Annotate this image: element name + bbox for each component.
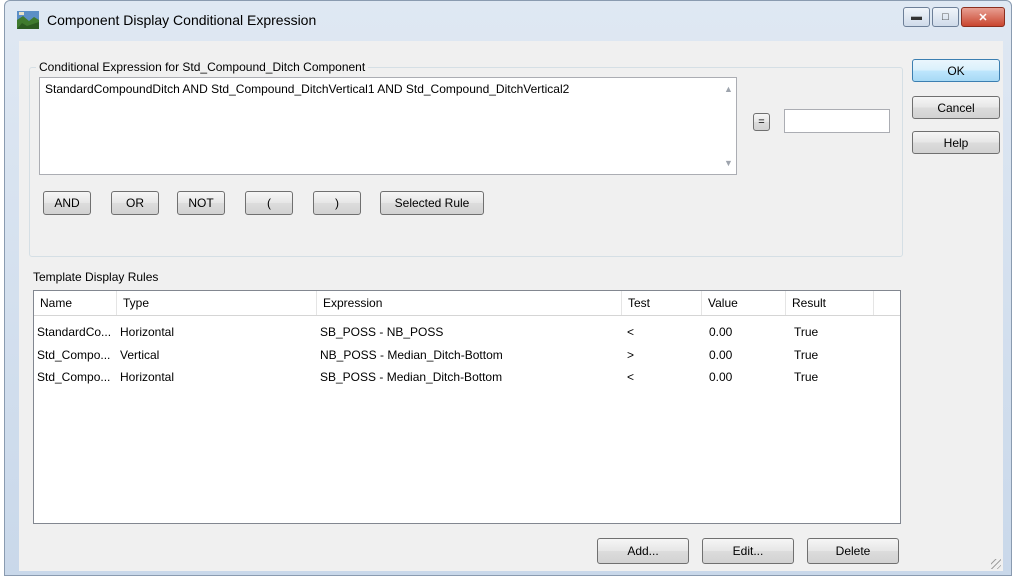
ok-button[interactable]: OK (912, 59, 1000, 82)
expression-text: StandardCompoundDitch AND Std_Compound_D… (45, 82, 570, 96)
maximize-button[interactable]: □ (932, 7, 959, 27)
cell-value: 0.00 (709, 370, 733, 384)
delete-button[interactable]: Delete (807, 538, 899, 564)
dialog-client-area: Conditional Expression for Std_Compound_… (19, 41, 1003, 571)
app-icon (17, 11, 39, 29)
column-header-value[interactable]: Value (702, 291, 786, 315)
scroll-up-icon[interactable]: ▲ (724, 82, 733, 96)
column-header-name[interactable]: Name (34, 291, 117, 315)
close-icon: ✕ (978, 11, 988, 24)
close-paren-button[interactable]: ) (313, 191, 361, 215)
expression-scrollbar[interactable]: ▲ ▼ (719, 78, 736, 174)
value-input[interactable] (784, 109, 890, 133)
scroll-down-icon[interactable]: ▼ (724, 156, 733, 170)
and-button[interactable]: AND (43, 191, 91, 215)
column-header-expression[interactable]: Expression (317, 291, 622, 315)
minimize-button[interactable]: ▬ (903, 7, 930, 27)
window-title: Component Display Conditional Expression (47, 12, 317, 28)
close-button[interactable]: ✕ (961, 7, 1005, 27)
rules-table[interactable]: Name Type Expression Test Value Result S… (33, 290, 901, 524)
cell-expression: SB_POSS - Median_Ditch-Bottom (320, 370, 503, 384)
cell-type: Horizontal (120, 370, 175, 384)
dialog-window: Component Display Conditional Expression… (4, 0, 1012, 576)
cell-value: 0.00 (709, 348, 733, 362)
title-bar[interactable]: Component Display Conditional Expression… (5, 1, 1011, 41)
rules-table-header: Name Type Expression Test Value Result (34, 291, 900, 316)
help-button[interactable]: Help (912, 131, 1000, 154)
cell-value: 0.00 (709, 325, 733, 339)
cell-name: StandardCo... (37, 325, 112, 339)
cancel-button[interactable]: Cancel (912, 96, 1000, 119)
cell-result: True (794, 370, 819, 384)
add-button[interactable]: Add... (597, 538, 689, 564)
not-button[interactable]: NOT (177, 191, 225, 215)
selected-rule-button[interactable]: Selected Rule (380, 191, 484, 215)
cell-test: > (627, 348, 635, 362)
resize-grip-icon[interactable] (991, 559, 1001, 569)
table-row[interactable]: Std_Compo... Vertical NB_POSS - Median_D… (34, 347, 900, 364)
conditional-expression-label: Conditional Expression for Std_Compound_… (36, 60, 369, 74)
cell-result: True (794, 348, 819, 362)
cell-type: Vertical (120, 348, 160, 362)
table-row[interactable]: Std_Compo... Horizontal SB_POSS - Median… (34, 369, 900, 386)
column-header-type[interactable]: Type (117, 291, 317, 315)
open-paren-button[interactable]: ( (245, 191, 293, 215)
expression-textarea[interactable]: StandardCompoundDitch AND Std_Compound_D… (39, 77, 737, 175)
equals-button[interactable]: = (753, 113, 770, 131)
cell-test: < (627, 325, 635, 339)
cell-name: Std_Compo... (37, 348, 111, 362)
window-controls: ▬ □ ✕ (903, 7, 1005, 29)
cell-expression: SB_POSS - NB_POSS (320, 325, 444, 339)
maximize-icon: □ (942, 11, 949, 23)
edit-button[interactable]: Edit... (702, 538, 794, 564)
cell-result: True (794, 325, 819, 339)
template-display-rules-label: Template Display Rules (33, 270, 159, 284)
cell-type: Horizontal (120, 325, 175, 339)
or-button[interactable]: OR (111, 191, 159, 215)
cell-name: Std_Compo... (37, 370, 111, 384)
minimize-icon: ▬ (911, 11, 922, 23)
cell-test: < (627, 370, 635, 384)
table-row[interactable]: StandardCo... Horizontal SB_POSS - NB_PO… (34, 324, 900, 341)
column-header-test[interactable]: Test (622, 291, 702, 315)
cell-expression: NB_POSS - Median_Ditch-Bottom (320, 348, 503, 362)
column-header-result[interactable]: Result (786, 291, 874, 315)
